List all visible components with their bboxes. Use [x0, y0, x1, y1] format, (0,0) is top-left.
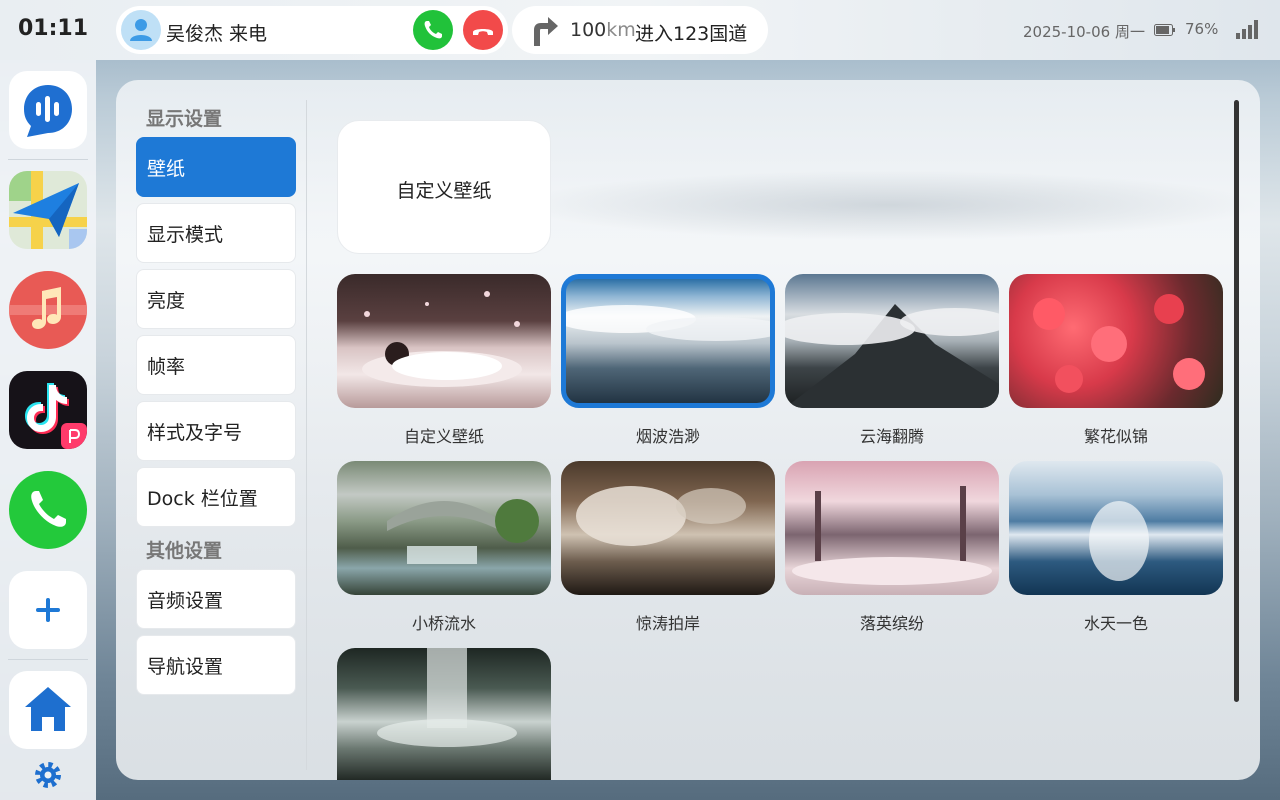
nav-distance-unit: km	[606, 19, 636, 41]
menu-item-navigation[interactable]: 导航设置	[136, 635, 296, 695]
wallpaper-thumb-mist-lake[interactable]	[561, 274, 775, 408]
navigation-pill[interactable]: 100km 进入123国道	[512, 6, 768, 54]
wallpaper-thumb-cloud-sea[interactable]	[785, 274, 999, 408]
wallpaper-cloud-sea-image	[785, 304, 999, 408]
wallpaper-label: 惊涛拍岸	[635, 614, 700, 633]
scrollbar[interactable]	[1234, 100, 1239, 702]
battery-icon	[1154, 24, 1175, 36]
tiktok-app[interactable]	[9, 371, 87, 449]
music-app[interactable]	[9, 271, 87, 349]
menu-item-frame-rate[interactable]: 帧率	[136, 335, 296, 395]
dock-separator	[8, 159, 88, 160]
wallpaper-blossoms-image	[792, 486, 992, 585]
gear-icon[interactable]	[33, 760, 63, 790]
wallpaper-label: 云海翻腾	[859, 427, 924, 446]
tiktok-icon	[25, 383, 87, 449]
home-button[interactable]	[9, 671, 87, 749]
menu-item-dock-position[interactable]: Dock 栏位置	[136, 467, 296, 527]
wallpaper-label: 落英缤纷	[859, 614, 924, 633]
battery-level: 76%	[1185, 20, 1219, 38]
wallpaper-thumb-bridge[interactable]	[337, 461, 551, 595]
signal-icon	[1236, 20, 1258, 39]
menu-item-brightness[interactable]: 亮度	[136, 269, 296, 329]
nav-instruction: 进入123国道	[635, 23, 748, 45]
reject-call-button[interactable]	[463, 10, 503, 50]
phone-icon	[424, 21, 442, 39]
wallpaper-mist-lake-image	[566, 305, 770, 341]
status-bar: 01:11 吴俊杰 来电 100km 进入123国道 2025-10-06 周一	[0, 0, 1280, 60]
phone-app[interactable]	[9, 471, 87, 549]
wallpaper-bridge-image	[387, 499, 539, 564]
wallpaper-label: 小桥流水	[411, 614, 476, 633]
hang-up-icon	[473, 29, 493, 35]
wallpaper-thumb-waves[interactable]	[561, 461, 775, 595]
home-icon	[25, 687, 71, 731]
caller-name: 吴俊杰 来电	[166, 23, 268, 45]
background-cloud	[516, 170, 1260, 240]
dock-separator	[8, 659, 88, 660]
section-title-display: 显示设置	[146, 108, 223, 130]
add-app-button[interactable]	[9, 571, 87, 649]
incoming-call-pill[interactable]: 吴俊杰 来电	[116, 6, 508, 54]
clock: 01:11	[18, 16, 89, 41]
menu-divider	[306, 100, 307, 770]
caller-avatar-icon	[121, 10, 161, 50]
wallpaper-label: 水天一色	[1083, 614, 1148, 633]
wallpaper-petals-girl-image	[362, 291, 522, 387]
wallpaper-label: 繁花似锦	[1083, 427, 1148, 446]
nav-distance-value: 100	[570, 19, 607, 41]
wallpaper-waterfall-image	[377, 648, 517, 747]
custom-wallpaper-card[interactable]: 自定义壁纸	[337, 120, 551, 254]
wallpaper-sea-sky-image	[1089, 501, 1149, 581]
accept-call-button[interactable]	[413, 10, 453, 50]
wallpaper-thumb-sea-sky[interactable]	[1009, 461, 1223, 595]
menu-item-style-font[interactable]: 样式及字号	[136, 401, 296, 461]
music-note-icon	[9, 287, 87, 329]
menu-item-audio[interactable]: 音频设置	[136, 569, 296, 629]
wallpaper-flowers-image	[1033, 294, 1205, 393]
turn-right-icon	[534, 17, 558, 46]
wallpaper-thumb-flowers[interactable]	[1009, 274, 1223, 408]
wallpaper-waves-image	[576, 486, 746, 546]
maps-app[interactable]	[9, 171, 87, 249]
maps-icon	[9, 171, 87, 249]
date: 2025-10-06 周一	[1023, 23, 1145, 41]
wallpaper-thumb-blossoms[interactable]	[785, 461, 999, 595]
menu-item-display-mode[interactable]: 显示模式	[136, 203, 296, 263]
plus-icon	[36, 598, 60, 622]
settings-panel: 显示设置 壁纸 显示模式 亮度 帧率 样式及字号 Dock 栏位置 其他设置 音…	[116, 80, 1260, 780]
section-title-other: 其他设置	[146, 540, 223, 562]
wallpaper-label: 自定义壁纸	[403, 427, 484, 446]
phone-icon	[31, 491, 66, 527]
menu-item-wallpaper[interactable]: 壁纸	[136, 137, 296, 197]
voice-assistant-app[interactable]	[9, 71, 87, 149]
wallpaper-thumb-waterfall[interactable]	[337, 648, 551, 780]
dock	[0, 60, 96, 800]
wallpaper-thumb-custom[interactable]	[337, 274, 551, 408]
nav-distance: 100km	[570, 19, 636, 41]
voice-assistant-icon	[24, 85, 72, 137]
wallpaper-label: 烟波浩渺	[635, 427, 700, 446]
